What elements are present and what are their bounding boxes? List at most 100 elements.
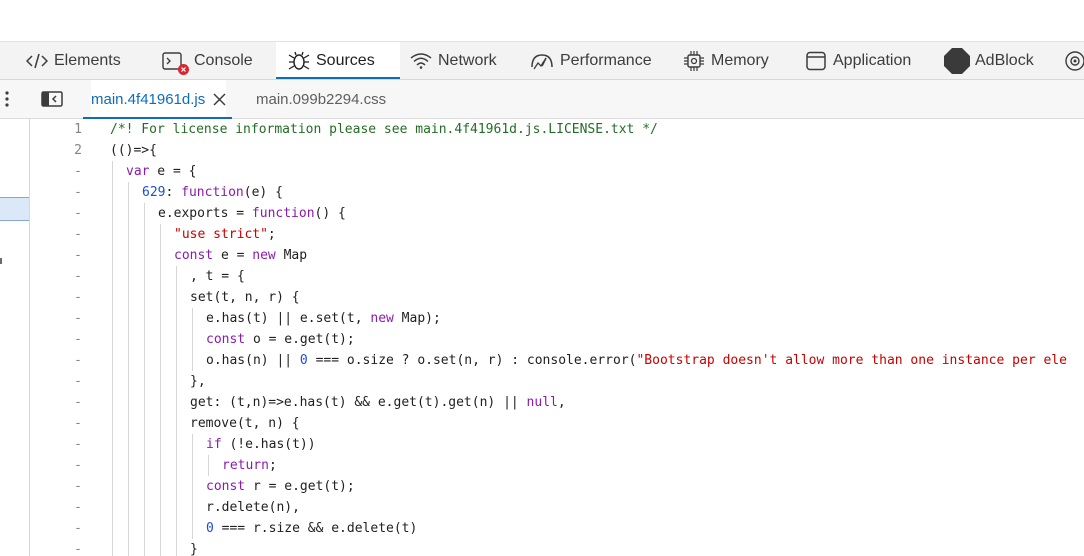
indent-guide — [160, 266, 161, 287]
close-tab-button[interactable] — [213, 92, 226, 106]
code-line[interactable]: - o.has(n) || 0 === o.size ? o.set(n, r) … — [30, 350, 1084, 371]
indent-guide — [128, 329, 129, 350]
close-icon — [213, 92, 226, 106]
code-token: }, — [190, 374, 206, 389]
code-editor[interactable]: 1 /*! For license information please see … — [30, 119, 1084, 556]
tab-memory[interactable]: Memory — [683, 42, 769, 79]
line-number[interactable]: - — [30, 434, 82, 455]
line-number[interactable]: - — [30, 266, 82, 287]
code-line[interactable]: - set(t, n, r) { — [30, 287, 1084, 308]
kebab-menu-icon — [5, 91, 9, 107]
code-token: const — [174, 248, 214, 263]
code-line[interactable]: - if (!e.has(t)) — [30, 434, 1084, 455]
line-number[interactable]: - — [30, 203, 82, 224]
code-line[interactable]: -} — [30, 539, 1084, 556]
indent-guide — [192, 476, 193, 497]
code-line[interactable]: - return; — [30, 455, 1084, 476]
line-number[interactable]: - — [30, 350, 82, 371]
tab-overflow[interactable] — [1064, 42, 1084, 79]
toggle-navigator-button[interactable] — [40, 89, 64, 109]
line-number[interactable]: - — [30, 392, 82, 413]
code-token: (!e.has(t)) — [221, 437, 316, 452]
line-number[interactable]: - — [30, 245, 82, 266]
tab-elements[interactable]: Elements — [26, 42, 121, 79]
indent-guide — [192, 455, 193, 476]
tab-sources[interactable]: Sources — [276, 42, 400, 79]
wifi-icon — [410, 52, 432, 69]
indent-guide — [112, 287, 113, 308]
indent-guide — [160, 371, 161, 392]
code-line[interactable]: - const e = new Map — [30, 245, 1084, 266]
line-number[interactable]: - — [30, 287, 82, 308]
line-number[interactable]: - — [30, 161, 82, 182]
tab-application[interactable]: Application — [805, 42, 911, 79]
tab-performance[interactable]: Performance — [530, 42, 652, 79]
line-number[interactable]: - — [30, 455, 82, 476]
code-text: "use strict"; — [174, 224, 276, 245]
line-number[interactable]: - — [30, 224, 82, 245]
navigator-selected-item[interactable] — [0, 197, 29, 221]
code-line[interactable]: 1 /*! For license information please see … — [30, 119, 1084, 140]
line-number[interactable]: - — [30, 371, 82, 392]
adblock-octagon-icon — [944, 47, 970, 74]
code-token: === r.size && e.delete(t) — [213, 521, 418, 536]
performance-icon — [531, 53, 553, 69]
code-token: new — [252, 248, 276, 263]
tab-adblock[interactable]: AdBlock — [943, 42, 1034, 79]
code-line[interactable]: - const o = e.get(t); — [30, 329, 1084, 350]
indent-guide — [112, 413, 113, 434]
code-line[interactable]: - remove(t, n) { — [30, 413, 1084, 434]
line-number[interactable]: 1 — [30, 119, 82, 140]
indent-guide — [160, 518, 161, 539]
indent-guide — [144, 203, 145, 224]
code-line[interactable]: - var e = { — [30, 161, 1084, 182]
code-line[interactable]: -}, — [30, 371, 1084, 392]
indent-guide — [112, 455, 113, 476]
indent-guide — [192, 497, 193, 518]
tab-network[interactable]: Network — [410, 42, 497, 79]
code-text: 629: function(e) { — [142, 182, 283, 203]
file-tab-main-js[interactable]: main.4f41961d.js — [82, 80, 233, 119]
line-number[interactable]: 2 — [30, 140, 82, 161]
code-line[interactable]: - , t = { — [30, 266, 1084, 287]
code-line[interactable]: - e.has(t) || e.set(t, new Map); — [30, 308, 1084, 329]
code-line[interactable]: - 0 === r.size && e.delete(t) — [30, 518, 1084, 539]
devtools-main-tabbar: Elements Console Sources Network Perform… — [0, 42, 1084, 80]
indent-guide — [176, 329, 177, 350]
line-number[interactable]: - — [30, 182, 82, 203]
code-line[interactable]: - const r = e.get(t); — [30, 476, 1084, 497]
tab-console[interactable]: Console — [162, 42, 253, 79]
code-token: const — [206, 332, 246, 347]
code-token: "use strict" — [174, 227, 268, 242]
line-number[interactable]: - — [30, 308, 82, 329]
code-text: 0 === r.size && e.delete(t) — [206, 518, 417, 539]
line-number[interactable]: - — [30, 539, 82, 556]
indent-guide — [176, 287, 177, 308]
code-line[interactable]: - get: (t,n)=>e.has(t) && e.get(t).get(n)… — [30, 392, 1084, 413]
code-line[interactable]: - e.exports = function() { — [30, 203, 1084, 224]
code-token: 0 — [206, 521, 214, 536]
indent-guide — [160, 497, 161, 518]
code-token: function — [181, 185, 244, 200]
code-line[interactable]: 2 (()=>{ — [30, 140, 1084, 161]
code-line[interactable]: - r.delete(n), — [30, 497, 1084, 518]
code-line[interactable]: - 629: function(e) { — [30, 182, 1084, 203]
code-token: 629 — [142, 185, 166, 200]
code-token: "Bootstrap doesn't allow more than one i… — [636, 353, 1067, 368]
indent-guide — [128, 308, 129, 329]
code-lines: 1 /*! For license information please see … — [30, 119, 1084, 556]
indent-guide — [176, 518, 177, 539]
line-number[interactable]: - — [30, 518, 82, 539]
more-options-button[interactable] — [0, 80, 14, 118]
code-text: (()=>{ — [110, 140, 157, 161]
code-line[interactable]: - "use strict"; — [30, 224, 1084, 245]
indent-guide — [128, 182, 129, 203]
tab-label: Performance — [560, 51, 652, 69]
line-number[interactable]: - — [30, 476, 82, 497]
file-tab-main-css[interactable]: main.099b2294.css — [256, 80, 386, 118]
line-number[interactable]: - — [30, 329, 82, 350]
indent-guide — [192, 434, 193, 455]
line-number[interactable]: - — [30, 413, 82, 434]
code-token: var — [126, 164, 150, 179]
line-number[interactable]: - — [30, 497, 82, 518]
